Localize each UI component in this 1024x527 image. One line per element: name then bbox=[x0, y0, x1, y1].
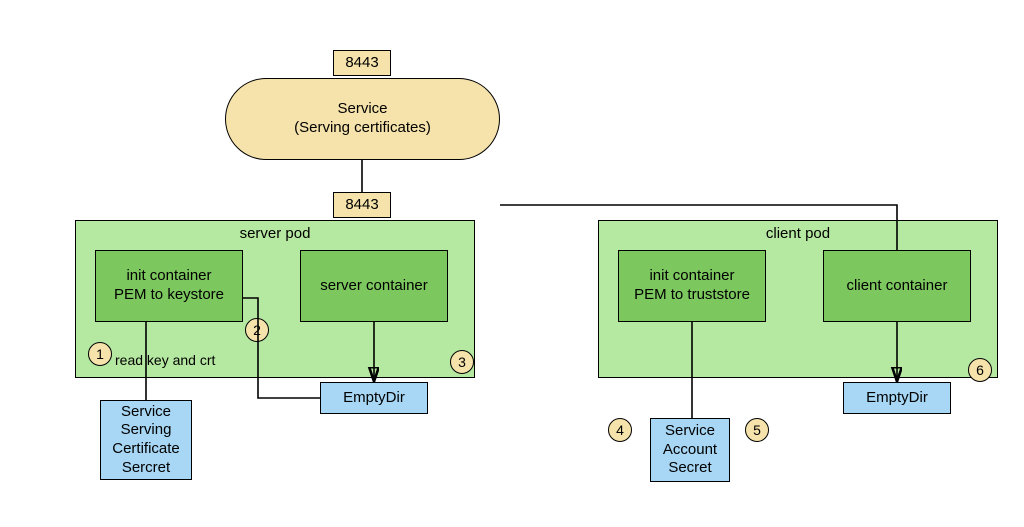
port-label: 8443 bbox=[345, 54, 378, 73]
badge-1: 1 bbox=[88, 342, 112, 366]
client-container: client container bbox=[823, 250, 971, 322]
badge-4: 4 bbox=[608, 418, 632, 442]
client-container-label: client container bbox=[847, 277, 948, 296]
diagram-stage: 8443 Service (Serving certificates) 8443… bbox=[0, 0, 1024, 527]
badge-1-label: 1 bbox=[96, 346, 104, 362]
read-key-crt-label: read key and crt bbox=[115, 352, 215, 369]
badge-4-label: 4 bbox=[616, 422, 624, 438]
client-account-secret: Service Account Secret bbox=[650, 418, 730, 482]
badge-2: 2 bbox=[245, 318, 269, 342]
server-serving-secret: Service Serving Certificate Sercret bbox=[100, 400, 192, 480]
client-pod-title: client pod bbox=[599, 225, 997, 244]
client-account-secret-label: Service Account Secret bbox=[663, 422, 717, 478]
server-container: server container bbox=[300, 250, 448, 322]
service-oval: Service (Serving certificates) bbox=[225, 78, 500, 160]
badge-6: 6 bbox=[968, 358, 992, 382]
server-emptydir: EmptyDir bbox=[320, 382, 428, 414]
badge-3-label: 3 bbox=[458, 354, 466, 370]
server-pod-title: server pod bbox=[76, 225, 474, 244]
client-emptydir: EmptyDir bbox=[843, 382, 951, 414]
client-init-container: init container PEM to truststore bbox=[618, 250, 766, 322]
service-title: Service (Serving certificates) bbox=[294, 100, 431, 138]
badge-6-label: 6 bbox=[976, 362, 984, 378]
badge-2-label: 2 bbox=[253, 322, 261, 338]
server-emptydir-label: EmptyDir bbox=[343, 389, 405, 408]
server-init-container-label: init container PEM to keystore bbox=[114, 267, 224, 305]
service-port-top: 8443 bbox=[333, 50, 391, 76]
server-container-label: server container bbox=[320, 277, 428, 296]
server-serving-secret-label: Service Serving Certificate Sercret bbox=[112, 403, 180, 478]
server-init-container: init container PEM to keystore bbox=[95, 250, 243, 322]
badge-5: 5 bbox=[745, 418, 769, 442]
badge-5-label: 5 bbox=[753, 422, 761, 438]
client-init-container-label: init container PEM to truststore bbox=[634, 267, 750, 305]
client-emptydir-label: EmptyDir bbox=[866, 389, 928, 408]
port-label: 8443 bbox=[345, 196, 378, 215]
badge-3: 3 bbox=[450, 350, 474, 374]
service-port-bottom: 8443 bbox=[333, 192, 391, 218]
